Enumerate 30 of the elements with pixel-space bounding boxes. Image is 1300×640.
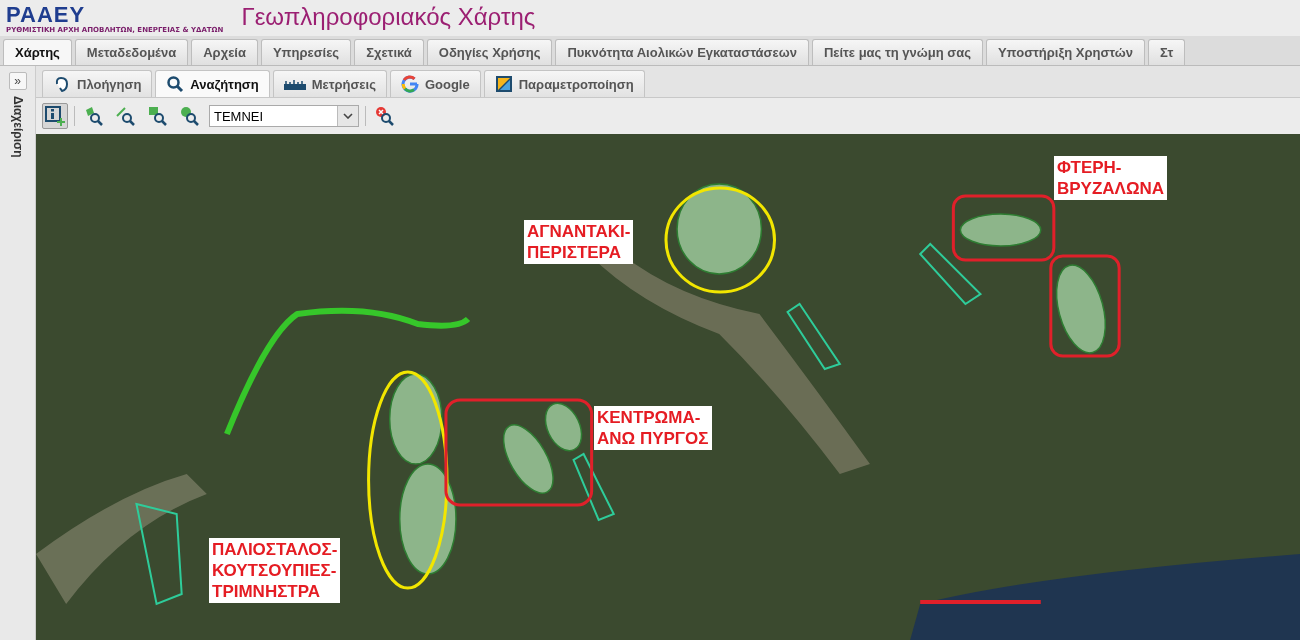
logo: ΡΑΑΕΥ: [6, 4, 86, 26]
nav-tab[interactable]: Πυκνότητα Αιολικών Εγκαταστάσεων: [555, 39, 809, 65]
google-icon: [400, 75, 419, 93]
ruler-icon: [283, 78, 306, 90]
tool-tab[interactable]: Πλοήγηση: [42, 70, 153, 97]
tool-tab[interactable]: Μετρήσεις: [272, 70, 387, 97]
nav-tab[interactable]: Υποστήριξη Χρηστών: [985, 39, 1145, 65]
tool-tab[interactable]: Αναζήτηση: [155, 70, 270, 97]
layer-select[interactable]: ΤΕΜΝΕΙ: [209, 105, 359, 127]
area-label: ΦΤΕΡΗ- ΒΡΥΖΑΛΩΝΑ: [1054, 156, 1168, 200]
area-label: ΚΕΝΤΡΩΜΑ- ΑΝΩ ΠΥΡΓΟΣ: [594, 406, 712, 450]
panel-label[interactable]: Διαχείριση: [10, 96, 25, 158]
nav-tab[interactable]: Σχετικά: [354, 39, 424, 65]
expand-panel-button[interactable]: »: [8, 72, 27, 90]
nav-tab[interactable]: Πείτε μας τη γνώμη σας: [811, 39, 983, 65]
tool-tab[interactable]: Παραμετροποίηση: [483, 70, 645, 97]
nav-tab[interactable]: Υπηρεσίες: [260, 39, 352, 65]
settings-icon: [494, 75, 513, 93]
area-label: ΠΑΛΙΟΣΤΑΛΟΣ- ΚΟΥΤΣΟΥΠΙΕΣ- ΤΡΙΜΝΗΣΤΡΑ: [209, 538, 341, 603]
nav-tab[interactable]: Στ: [1147, 39, 1186, 65]
tool-tab[interactable]: Google: [389, 70, 481, 97]
nav-tab[interactable]: Χάρτης: [3, 39, 72, 65]
info-add-button[interactable]: [42, 103, 68, 129]
site-title: Γεωπληροφοριακός Χάρτης: [241, 3, 536, 31]
area-label: ΑΓΝΑΝΤΑΚΙ- ΠΕΡΙΣΤΕΡΑ: [524, 220, 634, 264]
nav-tab[interactable]: Μεταδεδομένα: [74, 39, 189, 65]
nav-tab[interactable]: Αρχεία: [191, 39, 258, 65]
caret-icon: [343, 113, 353, 119]
nav-tab[interactable]: Οδηγίες Χρήσης: [426, 39, 553, 65]
search-icon: [166, 75, 185, 93]
